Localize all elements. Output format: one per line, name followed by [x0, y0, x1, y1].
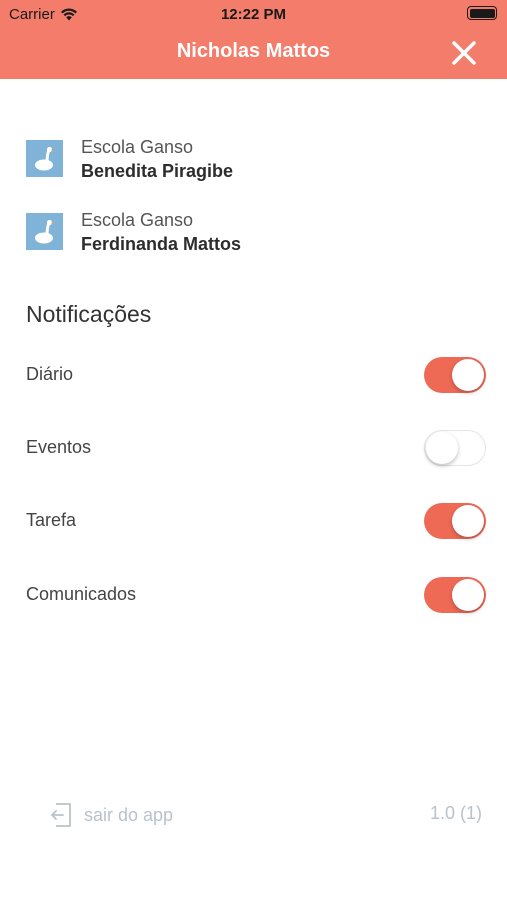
eventos-toggle[interactable]: [424, 430, 486, 466]
status-time: 12:22 PM: [220, 6, 287, 23]
student-name: Ferdinanda Mattos: [81, 234, 242, 254]
notification-label: Tarefa: [26, 510, 77, 530]
app-version: 1.0 (1): [429, 803, 482, 823]
goose-icon: [26, 213, 63, 250]
student-item-ferdinanda[interactable]: Escola Ganso Ferdinanda Mattos: [26, 210, 486, 260]
close-icon: [452, 41, 476, 65]
notification-row-eventos: Eventos: [26, 428, 486, 468]
notification-row-tarefa: Tarefa: [26, 501, 486, 541]
notification-row-comunicados: Comunicados: [26, 575, 486, 615]
exit-label: sair do app: [84, 804, 174, 825]
tarefa-toggle[interactable]: [424, 503, 486, 539]
toggle-knob: [452, 505, 484, 537]
battery-icon: [467, 6, 497, 20]
exit-icon: [51, 803, 71, 827]
student-name: Benedita Piragibe: [81, 161, 234, 181]
school-name: Escola Ganso: [81, 137, 194, 157]
status-bar: Carrier 12:22 PM: [0, 0, 507, 28]
page-title: Nicholas Mattos: [176, 40, 331, 62]
toggle-knob: [452, 579, 484, 611]
exit-app-button[interactable]: sair do app: [50, 802, 173, 828]
notification-label: Comunicados: [26, 584, 137, 604]
close-button[interactable]: [449, 38, 479, 68]
comunicados-toggle[interactable]: [424, 577, 486, 613]
toggle-knob: [452, 359, 484, 391]
school-name: Escola Ganso: [81, 210, 194, 230]
notification-label: Diário: [26, 364, 74, 384]
header-bar: Carrier 12:22 PM Nicholas Mattos: [0, 0, 507, 79]
notifications-heading: Notificações: [26, 301, 152, 327]
toggle-knob: [426, 432, 458, 464]
notification-row-diario: Diário: [26, 355, 486, 395]
notification-label: Eventos: [26, 437, 92, 457]
goose-icon: [26, 140, 63, 177]
student-item-benedita[interactable]: Escola Ganso Benedita Piragibe: [26, 137, 486, 187]
diario-toggle[interactable]: [424, 357, 486, 393]
